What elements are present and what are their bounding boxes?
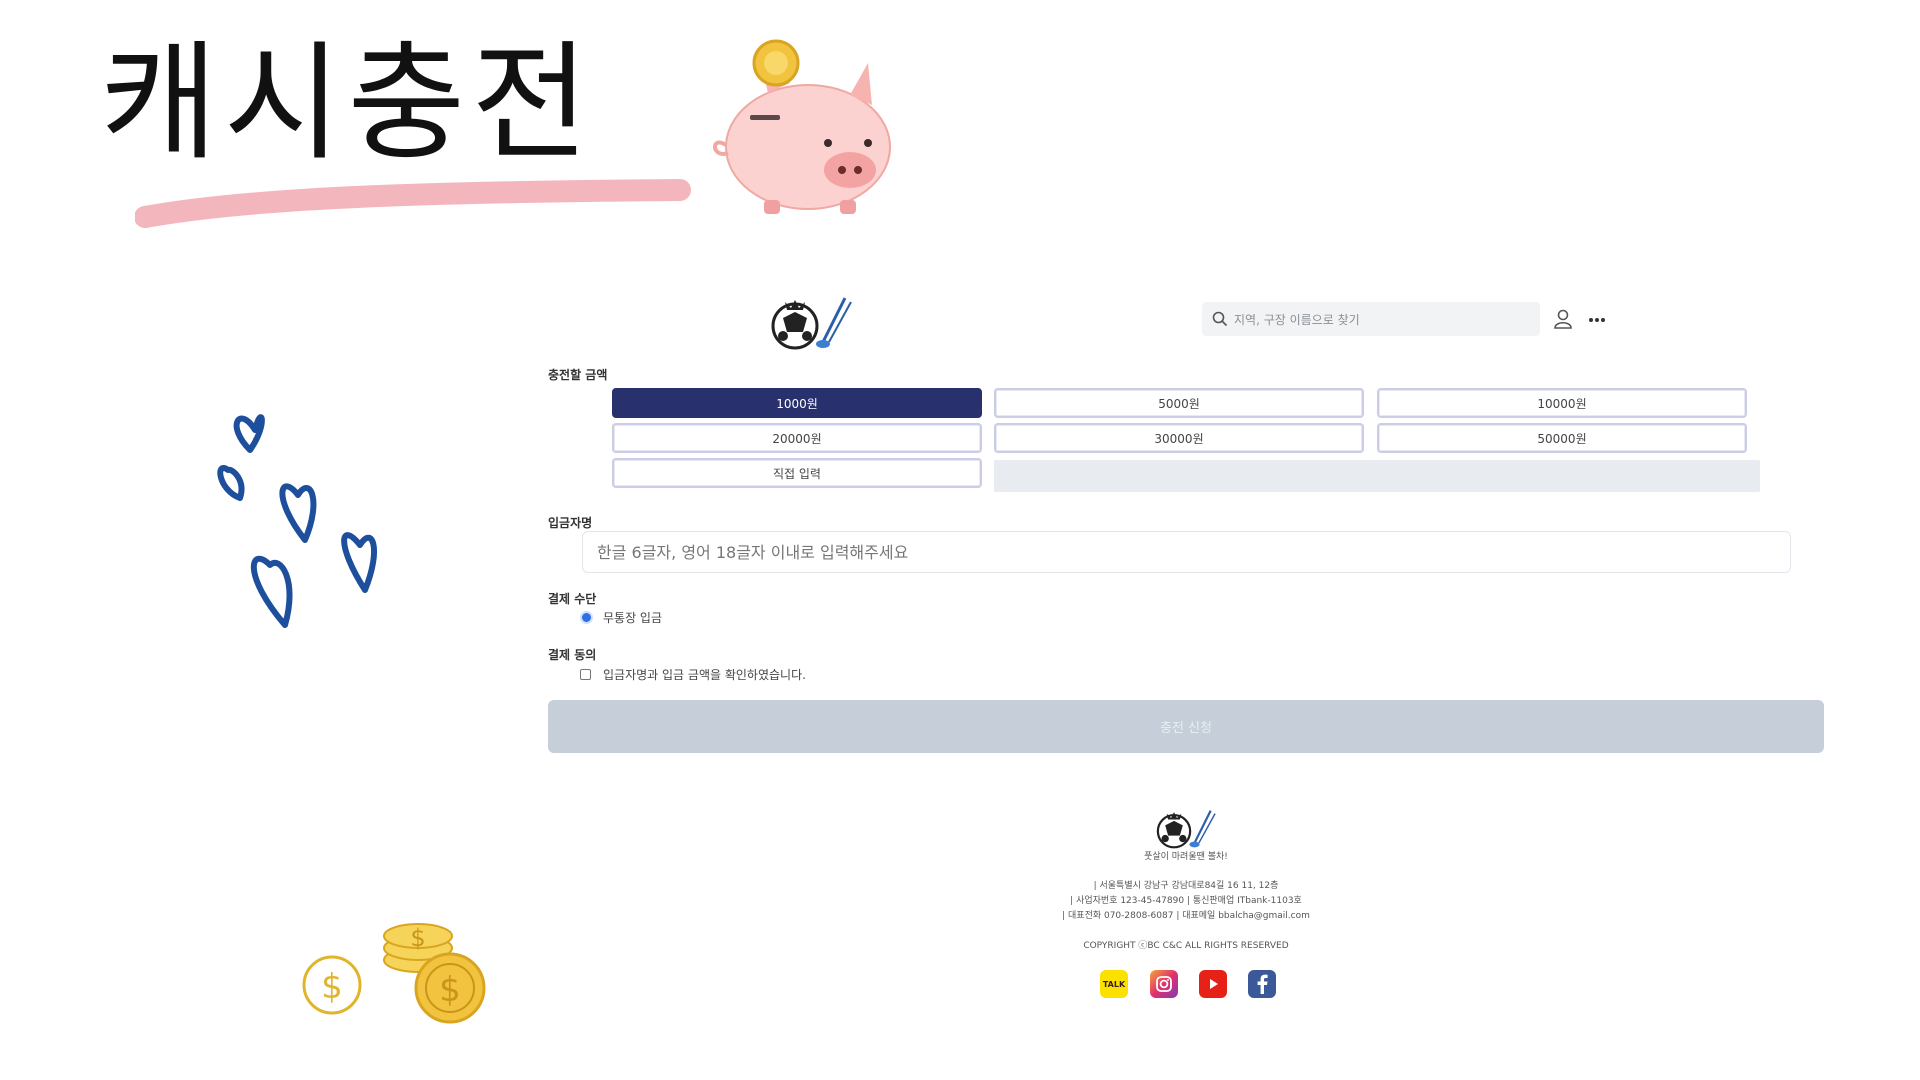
piggy-bank-icon xyxy=(713,39,891,214)
hearts-doodle-icon xyxy=(217,414,378,628)
amount-section-label: 충전할 금액 xyxy=(548,368,608,382)
custom-amount-field[interactable] xyxy=(994,460,1760,492)
footer-business-info: | 사업자번호 123-45-47890 | 통신판매업 ITbank-1103… xyxy=(1070,896,1302,906)
user-icon[interactable] xyxy=(1552,308,1574,330)
youtube-icon[interactable] xyxy=(1199,970,1227,998)
facebook-icon[interactable] xyxy=(1248,970,1276,998)
footer-logo xyxy=(1156,810,1216,849)
coins-icon: $ $ $ xyxy=(302,923,486,1024)
footer-copyright: COPYRIGHT ⓒBC C&C ALL RIGHTS RESERVED xyxy=(1083,941,1289,951)
svg-text:$: $ xyxy=(321,967,343,1007)
svg-text:$: $ xyxy=(410,924,425,952)
svg-text:$: $ xyxy=(439,970,461,1010)
charge-submit-button[interactable]: 충전 신청 xyxy=(548,700,1824,753)
footer-contact: | 대표전화 070-2808-6087 | 대표메일 bbalcha@gmai… xyxy=(1062,911,1310,921)
amount-button-1000[interactable]: 1000원 xyxy=(612,388,982,418)
footer-address: | 서울특별시 강남구 강남대로84길 16 11, 12층 xyxy=(1093,881,1279,891)
site-logo[interactable] xyxy=(765,292,855,354)
search-placeholder: 지역, 구장 이름으로 찾기 xyxy=(1234,312,1360,327)
payment-method-label: 결제 수단 xyxy=(548,592,597,606)
payment-option-bank-transfer[interactable]: 무통장 입금 xyxy=(580,609,662,626)
search-icon xyxy=(1212,311,1228,327)
amount-button-10000[interactable]: 10000원 xyxy=(1377,388,1747,418)
agreement-checkbox[interactable] xyxy=(580,669,591,680)
depositor-name-input[interactable] xyxy=(582,531,1791,573)
kakaotalk-icon-label: TALK xyxy=(1102,979,1126,989)
slide-title: 캐시충전 xyxy=(100,29,596,178)
agreement-label: 결제 동의 xyxy=(548,648,597,662)
amount-button-5000[interactable]: 5000원 xyxy=(994,388,1364,418)
instagram-icon[interactable] xyxy=(1150,970,1178,998)
agreement-checkbox-row[interactable]: 입금자명과 입금 금액을 확인하였습니다. xyxy=(580,666,806,683)
footer-tagline: 풋살이 마려울땐 볼차! xyxy=(1144,852,1228,862)
amount-button-50000[interactable]: 50000원 xyxy=(1377,423,1747,453)
instagram-glyph-icon xyxy=(1156,976,1172,992)
amount-button-20000[interactable]: 20000원 xyxy=(612,423,982,453)
facebook-f-icon xyxy=(1257,974,1268,994)
kakaotalk-icon[interactable]: TALK xyxy=(1100,970,1128,998)
agreement-text: 입금자명과 입금 금액을 확인하였습니다. xyxy=(603,668,806,682)
custom-amount-button[interactable]: 직접 입력 xyxy=(612,458,982,488)
payment-option-label: 무통장 입금 xyxy=(603,611,663,625)
search-bar[interactable]: 지역, 구장 이름으로 찾기 xyxy=(1202,302,1540,336)
title-underline-stroke xyxy=(135,179,691,228)
play-icon xyxy=(1210,979,1218,989)
amount-button-30000[interactable]: 30000원 xyxy=(994,423,1364,453)
radio-selected-icon[interactable] xyxy=(580,611,593,624)
more-menu-icon[interactable] xyxy=(1588,310,1612,330)
depositor-label: 입금자명 xyxy=(548,516,593,530)
